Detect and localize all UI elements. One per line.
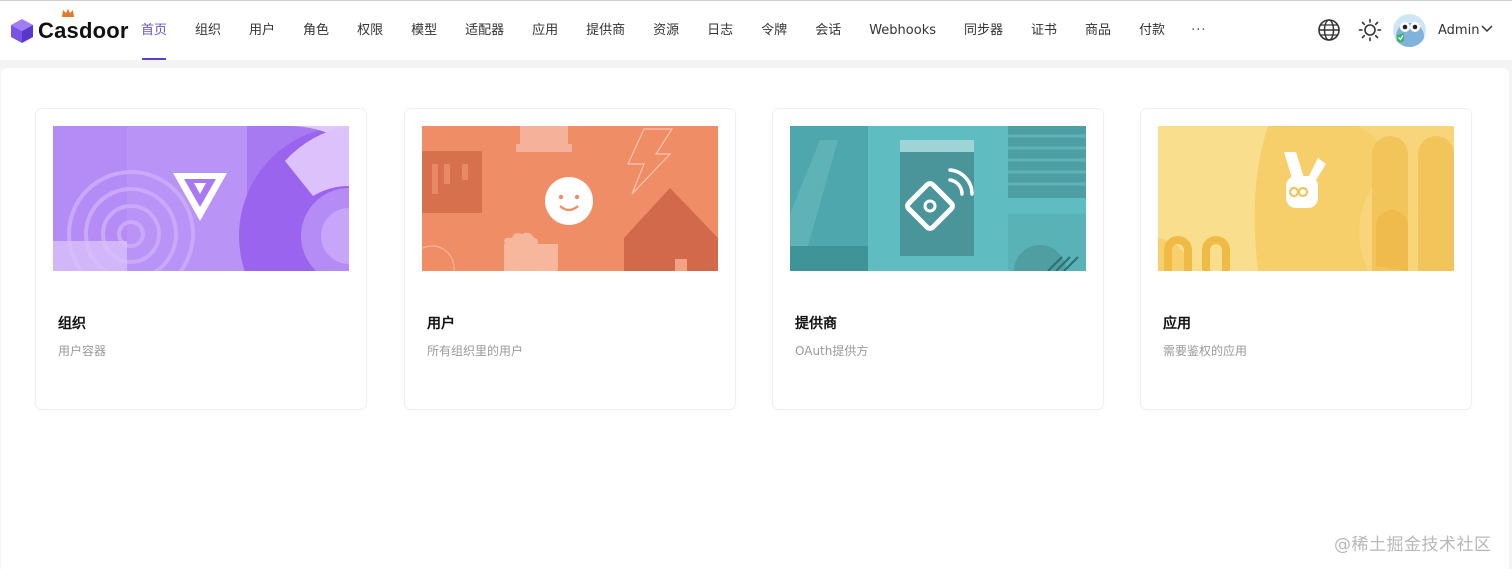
card-organizations-image (53, 126, 349, 271)
main-nav: 首页 组织 用户 角色 权限 模型 适配器 应用 提供商 资源 日志 令牌 会话… (127, 1, 1218, 60)
nav-item-tokens[interactable]: 令牌 (747, 1, 801, 60)
card-title: 组织 (58, 316, 86, 332)
users-illustration (422, 126, 718, 271)
card-users-image (422, 126, 718, 271)
chevron-down-icon[interactable] (1481, 25, 1493, 33)
nav-item-resources[interactable]: 资源 (639, 1, 693, 60)
card-description: OAuth提供方 (795, 344, 869, 358)
top-header: Casdoor 首页 组织 用户 角色 权限 模型 适配器 应用 提供商 资源 … (0, 1, 1512, 60)
card-title: 应用 (1163, 316, 1191, 332)
nav-item-products[interactable]: 商品 (1071, 1, 1125, 60)
card-description: 所有组织里的用户 (427, 344, 524, 358)
card-description: 需要鉴权的应用 (1163, 344, 1248, 358)
organizations-illustration (53, 126, 349, 271)
nav-item-adapters[interactable]: 适配器 (451, 1, 518, 60)
main-content: 组织 用户容器 用户 所有组织里的用户 提供商 OAuth提供方 应用 需要鉴权… (1, 68, 1509, 569)
card-title: 提供商 (795, 316, 837, 332)
nav-item-certs[interactable]: 证书 (1017, 1, 1071, 60)
watermark: @稀土掘金技术社区 (1334, 535, 1492, 555)
card-description: 用户容器 (58, 344, 107, 358)
applications-illustration (1158, 126, 1454, 271)
card-title: 用户 (427, 316, 455, 332)
nav-item-users[interactable]: 用户 (235, 1, 289, 60)
nav-item-payments[interactable]: 付款 (1125, 1, 1179, 60)
nav-item-models[interactable]: 模型 (397, 1, 451, 60)
nav-item-permissions[interactable]: 权限 (343, 1, 397, 60)
casdoor-cube-icon (11, 19, 33, 43)
user-avatar[interactable] (1393, 14, 1426, 47)
brand-name: Casdoor (38, 18, 129, 43)
card-applications[interactable]: 应用 需要鉴权的应用 (1141, 109, 1471, 409)
brand-logo[interactable]: Casdoor (10, 9, 129, 45)
nav-item-applications[interactable]: 应用 (518, 1, 572, 60)
card-users[interactable]: 用户 所有组织里的用户 (405, 109, 735, 409)
card-providers[interactable]: 提供商 OAuth提供方 (773, 109, 1103, 409)
card-applications-image (1158, 126, 1454, 271)
card-providers-image (790, 126, 1086, 271)
owl-avatar-icon (1393, 14, 1426, 47)
nav-more-button[interactable]: ··· (1179, 1, 1218, 60)
nav-item-home[interactable]: 首页 (127, 1, 181, 60)
nav-item-organizations[interactable]: 组织 (181, 1, 235, 60)
nav-item-sessions[interactable]: 会话 (801, 1, 855, 60)
user-name[interactable]: Admin (1438, 23, 1479, 38)
nav-item-webhooks[interactable]: Webhooks (855, 1, 950, 60)
sun-icon[interactable] (1358, 18, 1382, 42)
nav-item-providers[interactable]: 提供商 (572, 1, 639, 60)
providers-illustration (790, 126, 1086, 271)
nav-item-syncers[interactable]: 同步器 (950, 1, 1017, 60)
nav-item-roles[interactable]: 角色 (289, 1, 343, 60)
card-organizations[interactable]: 组织 用户容器 (36, 109, 366, 409)
globe-icon[interactable] (1317, 18, 1341, 42)
nav-item-records[interactable]: 日志 (693, 1, 747, 60)
crown-icon (62, 9, 74, 17)
